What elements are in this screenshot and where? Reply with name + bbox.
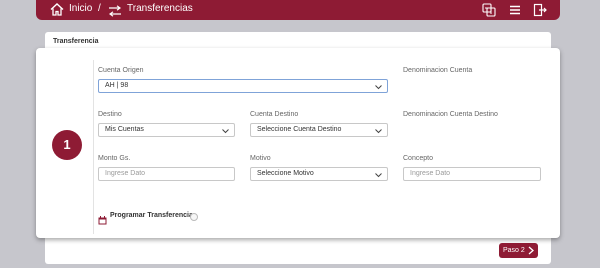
chevron-down-icon [375,171,382,178]
cuenta-destino-value: Seleccione Cuenta Destino [257,126,342,133]
transfer-form-dialog: 1 Cuenta Origen AH | 98 Denominacion Cue… [36,48,560,238]
motivo-label: Motivo [250,155,271,162]
next-step-button[interactable]: Paso 2 [499,243,538,258]
cuenta-destino-select[interactable]: Seleccione Cuenta Destino [250,123,388,137]
monto-placeholder: Ingrese Dato [105,170,146,177]
home-icon[interactable] [50,3,64,16]
chevron-down-icon [375,127,382,134]
exchange-icon[interactable] [482,3,496,17]
chevron-down-icon [222,127,229,134]
cuenta-origen-value: AH | 98 [105,82,129,89]
cuenta-destino-label: Cuenta Destino [250,111,299,118]
motivo-select[interactable]: Seleccione Motivo [250,167,388,181]
programar-transferencia-label: Programar Transferencia [110,212,193,219]
chevron-right-icon [528,246,534,255]
cuenta-origen-label: Cuenta Origen [98,67,144,74]
programar-transferencia-checkbox[interactable] [190,213,198,221]
concepto-placeholder: Ingrese Dato [410,170,451,177]
menu-icon[interactable] [508,3,522,17]
destino-select[interactable]: Mis Cuentas [98,123,235,137]
transfer-icon [108,4,122,17]
breadcrumb-home[interactable]: Inicio [69,3,92,14]
next-step-label: Paso 2 [503,247,525,254]
destino-value: Mis Cuentas [105,126,144,133]
panel-title: Transferencia [53,38,99,45]
logout-icon[interactable] [533,3,547,17]
concepto-label: Concepto [403,155,433,162]
destino-label: Destino [98,111,122,118]
concepto-input[interactable]: Ingrese Dato [403,167,541,181]
denominacion-cuenta-label: Denominacion Cuenta [403,67,473,74]
cuenta-origen-select[interactable]: AH | 98 [98,79,388,93]
breadcrumb-current: Transferencias [127,3,193,14]
monto-input[interactable]: Ingrese Dato [98,167,235,181]
chevron-down-icon [375,83,382,90]
monto-label: Monto Gs. [98,155,131,162]
calendar-icon [98,212,107,225]
step-indicator: 1 [52,130,82,160]
denominacion-cuenta-destino-label: Denominacion Cuenta Destino [403,111,498,118]
motivo-value: Seleccione Motivo [257,170,314,177]
step-divider [93,60,94,234]
breadcrumb-separator: / [98,3,101,14]
top-navigation-bar: Inicio / Transferencias [36,0,560,20]
